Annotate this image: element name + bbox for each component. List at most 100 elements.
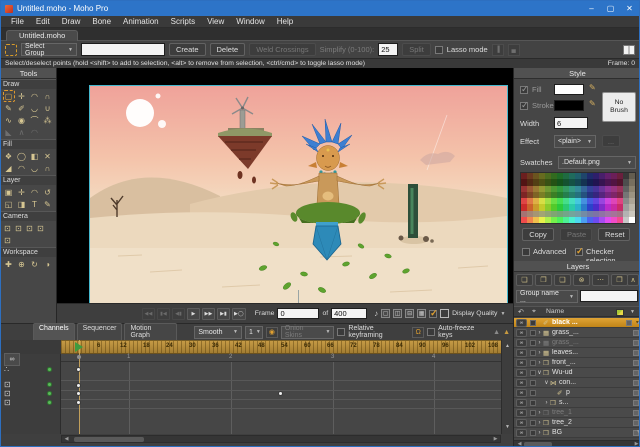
- layer-color-chip[interactable]: [633, 420, 639, 426]
- weld-crossings-button[interactable]: Weld Crossings: [249, 43, 315, 56]
- relative-keyframing-checkbox[interactable]: [337, 328, 345, 336]
- select-shape-tool-icon[interactable]: ◯: [16, 150, 28, 162]
- layer-row-front[interactable]: ∞›❒front_...: [514, 358, 640, 368]
- layer-script-button[interactable]: ❒: [611, 274, 628, 286]
- add-point-tool-icon[interactable]: ◠: [29, 90, 41, 102]
- play-button[interactable]: ▶: [187, 308, 200, 320]
- set-origin-tool-icon[interactable]: ✛: [16, 186, 28, 198]
- layer-expand-arrow[interactable]: ∨: [536, 369, 543, 376]
- group-filter-dropdown[interactable]: Group name ... ▼: [516, 290, 578, 303]
- layer-color-chip[interactable]: [633, 370, 639, 376]
- camera-roll-channel-enable-dot[interactable]: [47, 400, 52, 405]
- split-button[interactable]: Split: [402, 43, 431, 56]
- transform-layer-tool-icon[interactable]: ▣: [3, 186, 15, 198]
- particle-channel-enable-dot[interactable]: [47, 367, 52, 372]
- layer-color-chip[interactable]: [633, 350, 639, 356]
- no-brush-button[interactable]: No Brush: [602, 92, 636, 122]
- swatches-dropdown[interactable]: .Default.png ▼: [558, 156, 636, 169]
- smooth-tool-icon[interactable]: ◠: [29, 126, 41, 138]
- select-points-tool-icon[interactable]: ▢: [3, 90, 15, 102]
- eraser-tool-icon[interactable]: ✎: [42, 198, 54, 210]
- swatch-book-icon[interactable]: [623, 45, 635, 55]
- layer-row-tree-2[interactable]: ∞›❒tree_2: [514, 418, 640, 428]
- maximize-button[interactable]: ▢: [601, 1, 620, 16]
- loop-button[interactable]: ▶◯: [232, 308, 246, 320]
- zoom-workspace-tool-icon[interactable]: ⊕: [16, 258, 28, 270]
- layer-color-chip[interactable]: [633, 330, 639, 336]
- playhead-arrow-icon[interactable]: [75, 342, 83, 352]
- layer-color-chip[interactable]: [633, 410, 639, 416]
- view-quad-icon[interactable]: ▦: [417, 309, 426, 318]
- follow-path-tool-icon[interactable]: ◠: [29, 186, 41, 198]
- timeline-tab-sequencer[interactable]: Sequencer: [77, 323, 123, 341]
- keyframe-dot[interactable]: [76, 367, 81, 372]
- onion-skins-dropdown[interactable]: Onion Skins ▼: [281, 326, 335, 339]
- magnet-tool-icon[interactable]: ∪: [42, 102, 54, 114]
- layer-expand-arrow[interactable]: ›: [536, 340, 543, 346]
- next-frame-button[interactable]: ▶▮: [217, 308, 230, 320]
- mountain-zoom-in-icon[interactable]: ▲: [503, 329, 510, 336]
- width-input[interactable]: [554, 117, 588, 129]
- delete-edge-tool-icon[interactable]: ◣: [3, 126, 15, 138]
- selection-name-input[interactable]: [81, 43, 165, 56]
- layer-visibility-button[interactable]: ∞: [516, 349, 527, 357]
- layer-checkbox[interactable]: [530, 390, 536, 396]
- delete-layer-button[interactable]: ⊗: [573, 274, 590, 286]
- more-layer-options-button[interactable]: ⋯: [592, 274, 609, 286]
- paste-style-button[interactable]: Paste: [560, 228, 592, 241]
- safe-zone-icon[interactable]: [440, 309, 449, 318]
- flip-selection-h-button[interactable]: ▐: [492, 44, 504, 56]
- layer-visibility-button[interactable]: ∞: [516, 339, 527, 347]
- fill-pencil-icon[interactable]: ✎: [589, 83, 596, 92]
- layer-visibility-button[interactable]: ∞: [516, 429, 527, 437]
- document-tab[interactable]: Untitled.moho: [6, 30, 78, 41]
- layer-expand-arrow[interactable]: ∨: [543, 379, 550, 386]
- effect-more-button[interactable]: ...: [602, 135, 620, 147]
- layer-expand-arrow[interactable]: ›: [536, 330, 543, 336]
- simplify-input[interactable]: [378, 43, 398, 56]
- rotate-layer-tool-icon[interactable]: ↺: [42, 186, 54, 198]
- layer-color-chip[interactable]: [633, 340, 639, 346]
- mountain-zoom-out-icon[interactable]: ▲: [493, 329, 500, 336]
- view-split-h-icon[interactable]: ⊟: [405, 309, 414, 318]
- scroll-left-icon[interactable]: ◀: [515, 441, 524, 447]
- menu-view[interactable]: View: [201, 17, 230, 26]
- minimize-button[interactable]: –: [582, 1, 601, 16]
- layer-visibility-button[interactable]: ∞: [516, 379, 527, 387]
- flip-selection-v-button[interactable]: ▄: [508, 44, 520, 56]
- lasso-mode-checkbox[interactable]: [435, 46, 443, 54]
- layer-visibility-button[interactable]: ∞: [516, 329, 527, 337]
- layer-row-grass[interactable]: ∞›▦grass_...: [514, 328, 640, 338]
- stroke-color-swatch[interactable]: [554, 100, 584, 111]
- layer-checkbox[interactable]: [530, 320, 536, 326]
- duplicate-layer-button[interactable]: ❐: [535, 274, 552, 286]
- curvature-tool-icon[interactable]: ∩: [42, 90, 54, 102]
- display-quality-button[interactable]: Display Quality: [452, 310, 497, 317]
- timeline-ruler[interactable]: 6121824303642485460667278849096102108: [61, 340, 501, 354]
- layers-scroll-up-icon[interactable]: ▲: [636, 320, 640, 326]
- curve-profile-tool-icon[interactable]: ⌒: [29, 114, 41, 126]
- layer-visibility-button[interactable]: ∞: [516, 399, 527, 407]
- new-layer-button[interactable]: ❏: [516, 274, 533, 286]
- menu-draw[interactable]: Draw: [56, 17, 87, 26]
- curve-exposure-tool-icon[interactable]: ∩: [42, 162, 54, 174]
- text-tool-tool-icon[interactable]: T: [29, 198, 41, 210]
- stereo-view-checkbox[interactable]: [429, 310, 437, 318]
- prev-keyframe-button[interactable]: ▮◀: [157, 308, 170, 320]
- checker-selection-checkbox[interactable]: [575, 248, 583, 256]
- peak-tool-icon[interactable]: ∧: [16, 126, 28, 138]
- layer-visibility-button[interactable]: ∞: [516, 389, 527, 397]
- color-swatch[interactable]: [629, 217, 635, 223]
- camera-zoom-channel-enable-dot[interactable]: [47, 391, 52, 396]
- effect-dropdown[interactable]: <plain> ▼: [554, 135, 596, 148]
- menu-help[interactable]: Help: [271, 17, 299, 26]
- layer-checkbox[interactable]: [530, 400, 536, 406]
- layers-scroll-thumb[interactable]: [524, 442, 552, 447]
- menu-file[interactable]: File: [5, 17, 30, 26]
- layer-color-chip[interactable]: [626, 320, 632, 326]
- fast-forward-button[interactable]: ▶▶: [202, 308, 215, 320]
- menu-bone[interactable]: Bone: [86, 17, 117, 26]
- layer-color-chip[interactable]: [633, 390, 639, 396]
- prev-frame-button[interactable]: ◀▮: [172, 308, 185, 320]
- scroll-down-icon[interactable]: ▼: [505, 424, 510, 430]
